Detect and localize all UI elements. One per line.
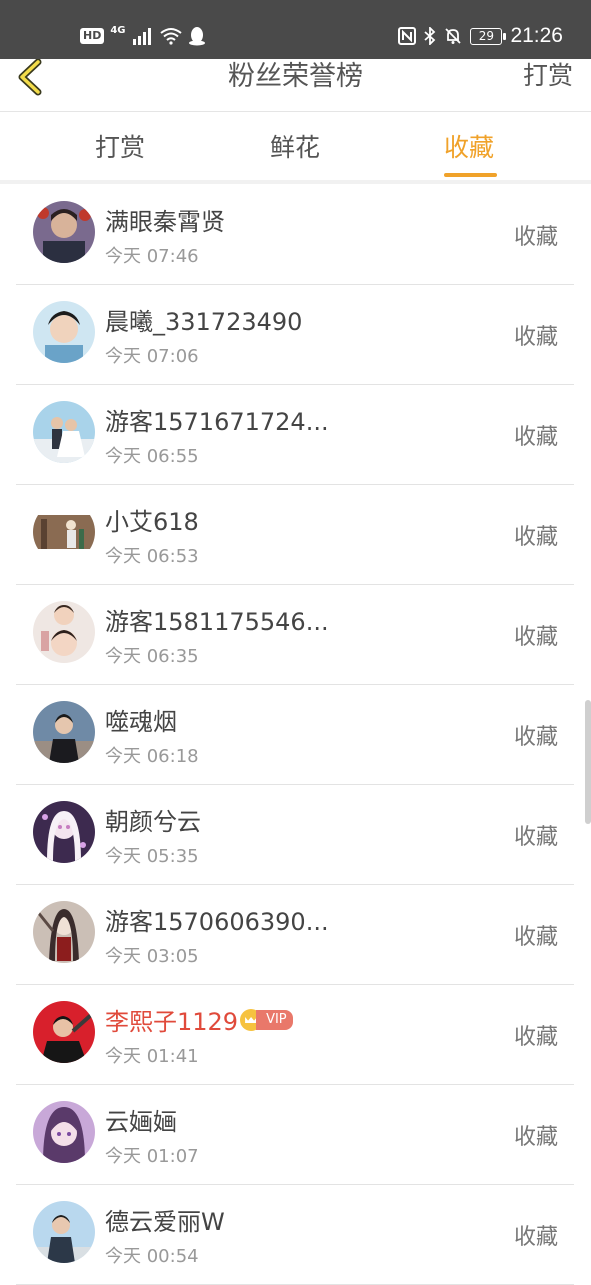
status-bar-left: HD 4G (80, 22, 206, 50)
fan-time: 今天 06:35 (105, 646, 199, 667)
qq-icon (188, 26, 206, 46)
avatar (33, 1001, 95, 1063)
fan-name: 德云爱丽W (105, 1208, 225, 1236)
fan-action-label: 收藏 (513, 1225, 558, 1250)
fan-action-label: 收藏 (513, 425, 558, 450)
hd-badge: HD (80, 28, 105, 44)
list-item[interactable]: 游客1581175546... 今天 06:35 收藏 (16, 585, 574, 685)
fan-time: 今天 06:55 (105, 446, 199, 467)
fan-time: 今天 01:07 (105, 1146, 199, 1167)
list-item[interactable]: 游客1570606390... 今天 03:05 收藏 (16, 885, 574, 985)
list-item[interactable]: 朝颜兮云 今天 05:35 收藏 (16, 785, 574, 885)
fan-name: 晨曦_331723490 (105, 308, 303, 336)
avatar (33, 301, 95, 363)
fan-name-vip: 李熙子1129 VIP (105, 1002, 293, 1037)
vip-badge: VIP (256, 1010, 293, 1030)
tab-favorites[interactable]: 收藏 (444, 128, 494, 164)
avatar (33, 701, 95, 763)
fan-name: 噬魂烟 (105, 708, 177, 736)
fan-time: 今天 06:18 (105, 746, 199, 767)
list-item[interactable]: 噬魂烟 今天 06:18 收藏 (16, 685, 574, 785)
avatar (33, 401, 95, 463)
avatar (33, 501, 95, 563)
avatar (33, 801, 95, 863)
avatar (33, 201, 95, 263)
reward-button[interactable]: 打赏 (523, 59, 573, 93)
fan-action-label: 收藏 (513, 525, 558, 550)
fan-name: 小艾618 (105, 508, 199, 536)
list-item[interactable]: 云婳婳 今天 01:07 收藏 (16, 1085, 574, 1185)
fan-name: 云婳婳 (105, 1108, 177, 1136)
fan-time: 今天 07:46 (105, 246, 199, 267)
fan-action-label: 收藏 (513, 925, 558, 950)
bluetooth-icon (424, 27, 436, 45)
avatar (33, 901, 95, 963)
fan-time: 今天 01:41 (105, 1046, 199, 1067)
list-item[interactable]: 小艾618 今天 06:53 收藏 (16, 485, 574, 585)
fan-list: 满眼秦霄贤 今天 07:46 收藏 晨曦_331723490 今天 07:06 … (16, 185, 574, 1285)
signal-icon (132, 27, 154, 45)
status-bar-right: 29 21:26 (398, 22, 563, 50)
clock: 21:26 (510, 24, 563, 47)
network-type: 4G (110, 24, 126, 36)
status-bar: HD 4G 29 21:26 (0, 0, 591, 59)
list-item[interactable]: 李熙子1129 VIP 今天 01:41 收藏 (16, 985, 574, 1085)
fan-action-label: 收藏 (513, 1025, 558, 1050)
wifi-icon (159, 27, 182, 45)
fan-time: 今天 05:35 (105, 846, 199, 867)
nfc-icon (398, 27, 417, 45)
fan-name-text: 李熙子1129 (105, 1008, 239, 1036)
fan-action-label: 收藏 (513, 325, 558, 350)
app-header: 粉丝荣誉榜 打赏 (0, 58, 591, 112)
list-item[interactable]: 晨曦_331723490 今天 07:06 收藏 (16, 285, 574, 385)
fan-name: 游客1571671724... (105, 408, 329, 436)
fan-time: 今天 07:06 (105, 346, 199, 367)
fan-name: 游客1581175546... (105, 608, 329, 636)
tab-flowers[interactable]: 鲜花 (270, 128, 320, 164)
mute-bell-icon (444, 27, 462, 45)
avatar (33, 601, 95, 663)
fan-name: 游客1570606390... (105, 908, 329, 936)
fan-time: 今天 00:54 (105, 1246, 199, 1267)
fan-name: 满眼秦霄贤 (105, 208, 225, 236)
battery-indicator: 29 (470, 27, 507, 45)
list-item[interactable]: 游客1571671724... 今天 06:55 收藏 (16, 385, 574, 485)
tab-bar: 打赏 鲜花 收藏 (0, 112, 591, 184)
avatar (33, 1201, 95, 1263)
list-item[interactable]: 德云爱丽W 今天 00:54 收藏 (16, 1185, 574, 1285)
fan-action-label: 收藏 (513, 1125, 558, 1150)
tab-reward[interactable]: 打赏 (95, 128, 145, 164)
page-title: 粉丝荣誉榜 (228, 61, 363, 92)
fan-name: 朝颜兮云 (105, 808, 201, 836)
active-tab-indicator (444, 173, 497, 177)
fan-action-label: 收藏 (513, 825, 558, 850)
list-item[interactable]: 满眼秦霄贤 今天 07:46 收藏 (16, 185, 574, 285)
fan-action-label: 收藏 (513, 625, 558, 650)
fan-action-label: 收藏 (513, 725, 558, 750)
fan-time: 今天 06:53 (105, 546, 199, 567)
fan-action-label: 收藏 (513, 225, 558, 250)
fan-time: 今天 03:05 (105, 946, 199, 967)
avatar (33, 1101, 95, 1163)
scrollbar[interactable] (585, 700, 591, 824)
